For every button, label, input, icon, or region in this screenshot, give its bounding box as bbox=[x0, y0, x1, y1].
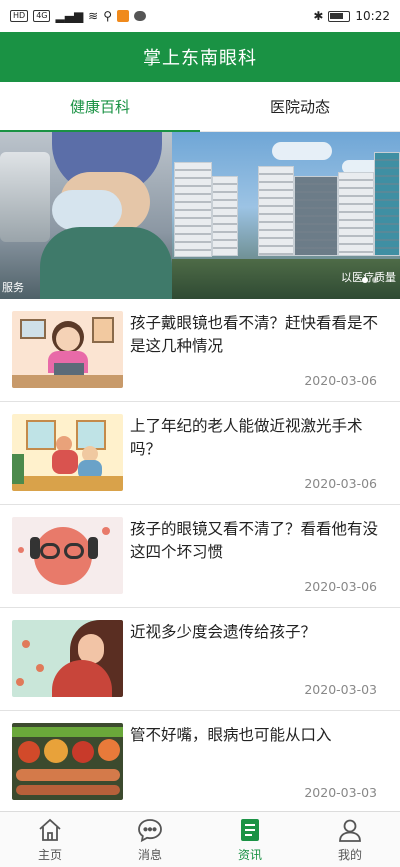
carousel-indicator bbox=[362, 277, 378, 283]
hospital-building bbox=[212, 176, 238, 256]
microscope-illustration bbox=[0, 152, 50, 242]
nav-profile[interactable]: 我的 bbox=[300, 812, 400, 867]
chat-notification-icon bbox=[134, 11, 147, 21]
battery-icon bbox=[328, 10, 351, 22]
nav-label: 我的 bbox=[337, 847, 362, 862]
nav-label: 消息 bbox=[137, 847, 162, 862]
news-thumbnail bbox=[12, 517, 123, 594]
tab-label: 健康百科 bbox=[69, 98, 130, 116]
hospital-building bbox=[374, 152, 400, 256]
bluetooth-icon: ✱ bbox=[313, 9, 324, 23]
banner-slide-hospital: 以医疗质量 bbox=[172, 132, 400, 299]
news-title: 上了年纪的老人能做近视激光手术吗？ bbox=[130, 417, 363, 458]
signal-icon: ▂▄▆ bbox=[55, 9, 84, 23]
nav-home[interactable]: 主页 bbox=[0, 812, 100, 867]
surgeon-gown bbox=[40, 227, 172, 299]
app-header: 掌上东南眼科 bbox=[0, 32, 400, 82]
news-title: 管不好嘴，眼病也可能从口入 bbox=[130, 726, 332, 744]
tab-label: 医院动态 bbox=[269, 98, 330, 116]
category-tabs: 健康百科 医院动态 bbox=[0, 82, 400, 132]
nav-news[interactable]: 资讯 bbox=[200, 812, 300, 867]
news-date: 2020-03-06 bbox=[304, 476, 377, 491]
news-date: 2020-03-03 bbox=[304, 682, 377, 697]
tab-hospital-news[interactable]: 医院动态 bbox=[200, 82, 400, 131]
carousel-dot[interactable] bbox=[362, 277, 368, 283]
news-date: 2020-03-06 bbox=[304, 579, 377, 594]
news-item[interactable]: 近视多少度会遗传给孩子？ 2020-03-03 bbox=[0, 608, 400, 711]
wifi-icon: ≋ bbox=[88, 9, 99, 23]
news-item[interactable]: 孩子戴眼镜也看不清？赶快看看是不是这几种情况 2020-03-06 bbox=[0, 299, 400, 402]
news-item[interactable]: 管不好嘴，眼病也可能从口入 2020-03-03 bbox=[0, 711, 400, 814]
banner-slide-surgeon: 服务 bbox=[0, 132, 172, 299]
nav-label: 资讯 bbox=[237, 847, 262, 862]
news-title: 孩子戴眼镜也看不清？赶快看看是不是这几种情况 bbox=[130, 314, 379, 355]
news-thumbnail bbox=[12, 311, 123, 388]
hospital-building bbox=[258, 166, 294, 256]
bottom-navigation: 主页 消息 资讯 我的 bbox=[0, 811, 400, 867]
news-date: 2020-03-06 bbox=[304, 373, 377, 388]
news-thumbnail bbox=[12, 723, 123, 800]
nav-label: 主页 bbox=[37, 847, 62, 862]
news-title: 孩子的眼镜又看不清了？看看他有没这四个坏习惯 bbox=[130, 520, 379, 561]
news-title: 近视多少度会遗传给孩子？ bbox=[130, 623, 317, 641]
hospital-building bbox=[174, 162, 212, 257]
clock: 10:22 bbox=[355, 9, 390, 23]
news-thumbnail bbox=[12, 620, 123, 697]
news-icon bbox=[241, 818, 259, 841]
message-icon bbox=[138, 818, 162, 842]
surgeon-mask bbox=[52, 190, 122, 230]
news-date: 2020-03-03 bbox=[304, 785, 377, 800]
status-bar: HD 4G ▂▄▆ ≋ ⚲ ✱ 10:22 bbox=[0, 0, 400, 32]
network-indicator: 4G bbox=[33, 10, 51, 22]
status-right-icons: ✱ 10:22 bbox=[313, 9, 390, 23]
cloud bbox=[272, 142, 332, 160]
hd-indicator: HD bbox=[10, 10, 29, 22]
home-icon bbox=[39, 818, 61, 841]
hospital-building bbox=[338, 172, 374, 256]
status-left-icons: HD 4G ▂▄▆ ≋ ⚲ bbox=[10, 9, 147, 23]
usb-icon: ⚲ bbox=[103, 9, 113, 23]
page-title: 掌上东南眼科 bbox=[143, 48, 257, 69]
news-thumbnail bbox=[12, 414, 123, 491]
tab-health-encyclopedia[interactable]: 健康百科 bbox=[0, 82, 200, 132]
carousel-dot[interactable] bbox=[372, 277, 378, 283]
news-item[interactable]: 孩子的眼镜又看不清了？看看他有没这四个坏习惯 2020-03-06 bbox=[0, 505, 400, 608]
app-notification-icon bbox=[117, 10, 130, 22]
news-item[interactable]: 上了年纪的老人能做近视激光手术吗？ 2020-03-06 bbox=[0, 402, 400, 505]
banner-caption-left: 服务 bbox=[2, 281, 24, 294]
hospital-building bbox=[294, 176, 338, 256]
profile-icon bbox=[339, 819, 361, 842]
nav-messages[interactable]: 消息 bbox=[100, 812, 200, 867]
news-list: 孩子戴眼镜也看不清？赶快看看是不是这几种情况 2020-03-06 上了年纪的老… bbox=[0, 299, 400, 814]
banner-carousel[interactable]: 服务 以医疗质量 bbox=[0, 132, 400, 299]
